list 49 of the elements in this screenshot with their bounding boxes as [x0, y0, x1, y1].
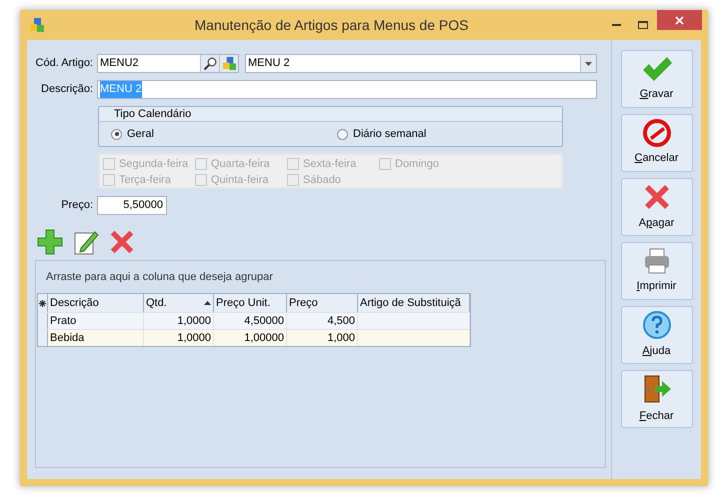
group-by-hint: Arraste para aqui a coluna que deseja agrupar — [46, 270, 273, 285]
question-icon — [642, 310, 672, 340]
name-combo[interactable]: MENU 2 — [245, 54, 597, 73]
table-cell: Prato — [50, 315, 76, 327]
window-title: Manutenção de Artigos para Menus de POS — [194, 16, 468, 35]
close-button[interactable] — [657, 10, 702, 30]
action-button[interactable]: Cancelar — [620, 114, 692, 172]
checkbox-label: Quinta-feira — [211, 172, 268, 188]
radio-button[interactable] — [111, 128, 122, 140]
row-indicator[interactable] — [38, 330, 48, 346]
close-icon — [675, 16, 684, 24]
sort-up-icon — [204, 301, 211, 305]
table-cell: 4,500 — [327, 315, 355, 327]
checkmark-icon — [640, 55, 672, 84]
group-title: Tipo Calendário — [114, 106, 192, 122]
row-indicator[interactable] — [38, 313, 48, 329]
action-button[interactable]: Gravar — [620, 50, 692, 108]
action-button[interactable]: Ajuda — [620, 306, 692, 364]
table-cell: 4,50000 — [244, 315, 284, 327]
table-cell: 1,0000 — [177, 315, 211, 327]
action-button[interactable]: Fechar — [620, 370, 692, 428]
radio-label: Geral — [127, 126, 154, 142]
checkbox-label: Sexta-feira — [303, 156, 356, 172]
checkbox-label: Sábado — [303, 172, 341, 188]
field-label: Descrição: — [40, 82, 94, 98]
app-icon — [29, 17, 45, 33]
price-field[interactable]: 5,50000 — [97, 196, 167, 215]
plus-icon[interactable] — [36, 228, 64, 256]
table-cell: 1,0000 — [177, 332, 211, 344]
radio-button[interactable] — [337, 128, 348, 140]
field-label: Preço: — [60, 198, 94, 214]
checkbox-label: Domingo — [395, 156, 440, 172]
field-label: Cód. Artigo: — [35, 56, 94, 72]
prohibited-icon — [642, 119, 670, 148]
dropdown-icon — [585, 62, 592, 66]
action-button[interactable]: Apagar — [620, 178, 692, 236]
table-cell: 1,00000 — [244, 332, 284, 344]
checkbox-label: Quarta-feira — [211, 156, 270, 172]
cross-icon[interactable] — [108, 228, 136, 256]
table-cell: Bebida — [50, 332, 84, 344]
radio-label: Diário semanal — [353, 126, 426, 142]
code-field[interactable]: MENU2 — [97, 54, 239, 73]
action-button[interactable]: Imprimir — [620, 242, 692, 300]
checkbox-label: Segunda-feira — [119, 156, 188, 172]
cubes-icon — [222, 56, 236, 71]
asterisk-icon — [39, 300, 46, 306]
search-icon[interactable] — [203, 56, 217, 70]
table-cell: 1,000 — [327, 332, 355, 344]
checkbox-label: Terça-feira — [119, 172, 171, 188]
